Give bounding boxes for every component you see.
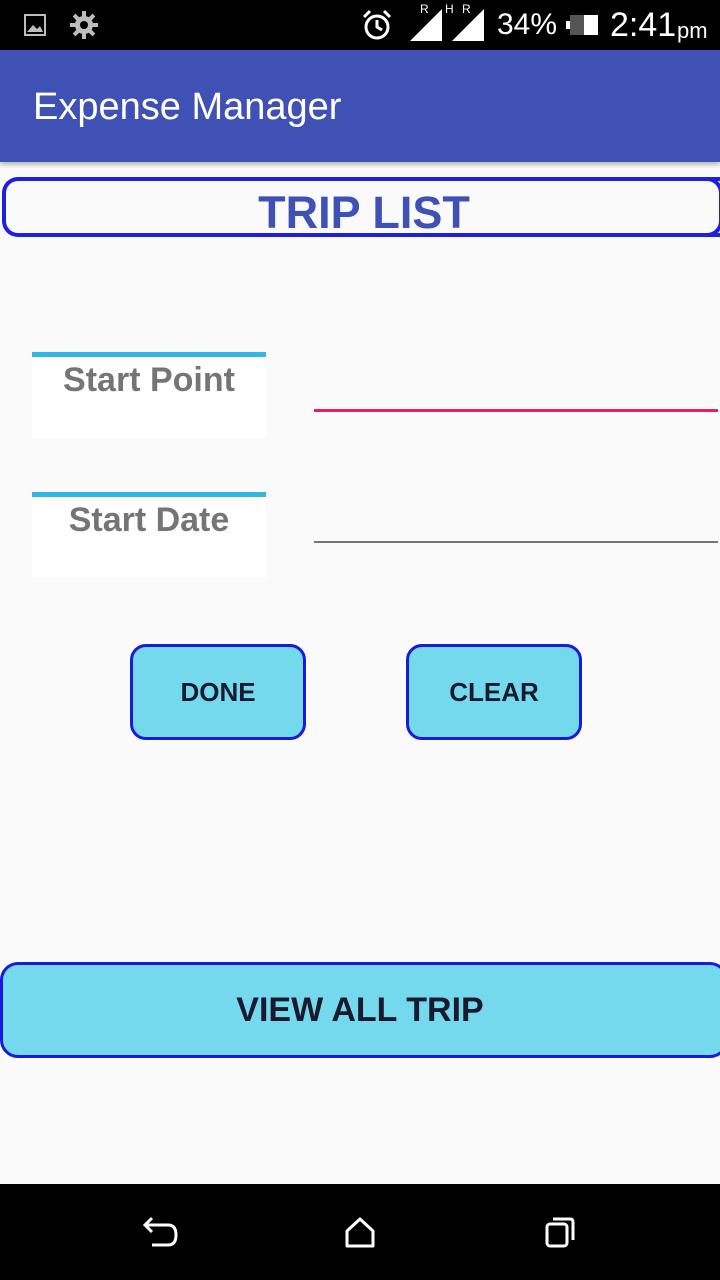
clock-time: 2:41 [610,6,677,44]
recents-icon[interactable] [530,1210,590,1254]
battery-icon [566,0,600,50]
start-point-label-box: Start Point [32,352,266,438]
start-point-label: Start Point [63,361,235,399]
back-icon[interactable] [130,1210,190,1254]
home-icon[interactable] [330,1210,390,1254]
battery-percent: 34% [497,8,558,41]
image-icon [24,0,46,50]
clock-ampm: pm [677,18,708,43]
signal-label-r1: R [420,2,429,16]
clear-button[interactable]: CLEAR [406,644,582,740]
page-title: TRIP LIST [258,187,470,238]
done-button[interactable]: DONE [130,644,306,740]
start-date-label: Start Date [68,501,230,539]
alarm-icon [360,0,394,50]
clear-button-label: CLEAR [449,676,539,707]
navigation-bar [0,1184,720,1280]
start-date-input[interactable] [314,503,718,543]
status-bar: R H R 34% 2:41 pm [0,0,720,50]
gear-icon [68,0,100,50]
view-all-trip-button[interactable]: VIEW ALL TRIP [0,962,720,1058]
start-date-label-box: Start Date [32,492,266,578]
start-point-input[interactable] [314,372,718,412]
view-all-trip-label: VIEW ALL TRIP [236,990,484,1029]
app-title: Expense Manager [33,86,342,128]
done-button-label: DONE [180,676,256,707]
app-bar: Expense Manager [0,50,720,162]
signal-label-r2: R [462,2,471,16]
trip-list-heading-box: TRIP LIST [2,177,720,238]
